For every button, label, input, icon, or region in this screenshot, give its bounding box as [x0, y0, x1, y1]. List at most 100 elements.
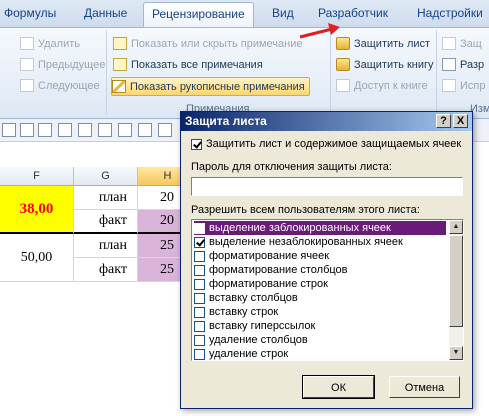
protect-sheet-checkbox-label: Защитить лист и содержимое защищаемых яч…: [206, 138, 462, 150]
share-workbook-button[interactable]: Доступ к книге: [336, 77, 428, 94]
cancel-button[interactable]: Отмена: [389, 376, 460, 398]
toolbar-icon[interactable]: [58, 123, 72, 137]
toolbar-icon[interactable]: [20, 123, 34, 137]
scrollbar-thumb[interactable]: [449, 235, 463, 327]
scroll-down-icon[interactable]: ▼: [449, 346, 463, 360]
share-workbook-icon: [336, 79, 350, 92]
scroll-up-icon[interactable]: ▲: [449, 220, 463, 234]
permissions-scrollbar[interactable]: ▲ ▼: [449, 220, 463, 360]
permission-select-locked[interactable]: выделение заблокированных ячеек: [194, 221, 446, 235]
show-ink-label: Показать рукописные примечания: [130, 80, 305, 93]
protect-sheet-dialog: Защита листа ? X Защитить лист и содержи…: [180, 111, 473, 409]
permission-insert-rows[interactable]: вставку строк: [194, 305, 446, 319]
toolbar-icon[interactable]: [158, 123, 172, 137]
permission-format-rows[interactable]: форматирование строк: [194, 277, 446, 291]
tab-developer[interactable]: Разработчик: [318, 6, 388, 20]
permission-label: удаление столбцов: [209, 334, 308, 346]
ribbon-tab-bar: Формулы Данные Рецензирование Вид Разраб…: [0, 0, 489, 28]
checkbox-icon[interactable]: [194, 320, 205, 332]
show-hide-comment-button[interactable]: Показать или скрыть примечание: [113, 35, 302, 52]
dialog-title: Защита листа: [181, 112, 472, 131]
toolbar-icon[interactable]: [2, 123, 16, 137]
permission-label: вставку столбцов: [209, 292, 298, 304]
toolbar-icon[interactable]: [118, 123, 132, 137]
protect-workbook-label: Защитить книгу: [354, 58, 434, 71]
protect-share-icon: [442, 37, 456, 50]
group-separator: [436, 30, 437, 114]
checkbox-checked-icon[interactable]: [194, 236, 205, 248]
show-all-comments-button[interactable]: Показать все примечания: [113, 56, 263, 73]
permission-insert-columns[interactable]: вставку столбцов: [194, 291, 446, 305]
previous-comment-button[interactable]: Предыдущее: [20, 56, 105, 73]
permission-format-cells[interactable]: форматирование ячеек: [194, 249, 446, 263]
permission-insert-hyperlinks[interactable]: вставку гиперссылок: [194, 319, 446, 333]
comment-icon: [113, 37, 127, 50]
protect-sheet-button[interactable]: Защитить лист: [336, 35, 430, 52]
permission-format-columns[interactable]: форматирование столбцов: [194, 263, 446, 277]
next-comment-button[interactable]: Следующее: [20, 77, 100, 94]
lock-icon: [336, 58, 350, 71]
protect-workbook-button[interactable]: Защитить книгу: [336, 56, 434, 73]
permission-delete-rows[interactable]: удаление строк: [194, 347, 446, 360]
permission-label: вставку гиперссылок: [209, 320, 316, 332]
toolbar-icon[interactable]: [98, 123, 112, 137]
close-button[interactable]: X: [453, 114, 468, 128]
permissions-list[interactable]: выделение заблокированных ячеек выделени…: [191, 219, 464, 361]
checkbox-icon[interactable]: [194, 222, 205, 234]
permission-delete-columns[interactable]: удаление столбцов: [194, 333, 446, 347]
next-comment-label: Следующее: [38, 79, 100, 92]
permission-label: выделение незаблокированных ячеек: [209, 236, 403, 248]
tab-review[interactable]: Рецензирование: [143, 2, 254, 27]
permission-label: удаление строк: [209, 348, 289, 360]
cell-g1[interactable]: план: [74, 186, 138, 210]
next-comment-icon: [20, 79, 34, 92]
permission-label: выделение заблокированных ячеек: [209, 222, 391, 234]
show-ink-button[interactable]: Показать рукописные примечания: [111, 77, 310, 96]
allow-ranges-button[interactable]: Разр: [442, 56, 484, 73]
permission-label: форматирование ячеек: [209, 250, 330, 262]
password-input[interactable]: [191, 177, 463, 196]
checkbox-icon[interactable]: [194, 348, 205, 360]
cell-g4[interactable]: факт: [74, 258, 138, 282]
show-hide-comment-label: Показать или скрыть примечание: [131, 37, 303, 50]
checkbox-checked-icon: [191, 138, 202, 150]
ok-button[interactable]: ОК: [302, 375, 375, 399]
tab-data[interactable]: Данные: [84, 6, 127, 20]
share-workbook-label: Доступ к книге: [354, 79, 428, 92]
cell-f1[interactable]: 38,00: [0, 186, 74, 234]
toolbar-icon[interactable]: [138, 123, 152, 137]
track-changes-button[interactable]: Испр: [442, 77, 485, 94]
checkbox-icon[interactable]: [194, 292, 205, 304]
cell-f3[interactable]: 50,00: [0, 234, 74, 282]
column-header-f[interactable]: F: [0, 167, 74, 186]
protect-sheet-checkbox[interactable]: Защитить лист и содержимое защищаемых яч…: [191, 138, 461, 150]
checkbox-icon[interactable]: [194, 264, 205, 276]
help-button[interactable]: ?: [436, 114, 451, 128]
protect-share-button[interactable]: Защ: [442, 35, 482, 52]
checkbox-icon[interactable]: [194, 306, 205, 318]
previous-comment-icon: [20, 58, 34, 71]
protect-share-label: Защ: [460, 37, 482, 50]
toolbar-icon[interactable]: [78, 123, 92, 137]
delete-comment-button[interactable]: Удалить: [20, 35, 80, 52]
cell-g3[interactable]: план: [74, 234, 138, 258]
toolbar-icon[interactable]: [38, 123, 52, 137]
tab-formulas[interactable]: Формулы: [4, 6, 56, 20]
checkbox-icon[interactable]: [194, 334, 205, 346]
allow-ranges-icon: [442, 58, 456, 71]
group-separator: [106, 30, 107, 114]
allow-ranges-label: Разр: [460, 58, 485, 71]
password-label: Пароль для отключения защиты листа:: [191, 161, 392, 173]
column-header-g[interactable]: G: [74, 167, 138, 186]
tab-view[interactable]: Вид: [272, 6, 294, 20]
permission-label: форматирование столбцов: [209, 264, 348, 276]
checkbox-icon[interactable]: [194, 278, 205, 290]
checkbox-icon[interactable]: [194, 250, 205, 262]
allow-users-label: Разрешить всем пользователям этого листа…: [191, 204, 420, 216]
cell-g2[interactable]: факт: [74, 210, 138, 234]
tab-addins[interactable]: Надстройки: [417, 6, 483, 20]
delete-comment-icon: [20, 37, 34, 50]
permission-select-unlocked[interactable]: выделение незаблокированных ячеек: [194, 235, 446, 249]
track-changes-label: Испр: [460, 79, 486, 92]
previous-comment-label: Предыдущее: [38, 58, 106, 71]
